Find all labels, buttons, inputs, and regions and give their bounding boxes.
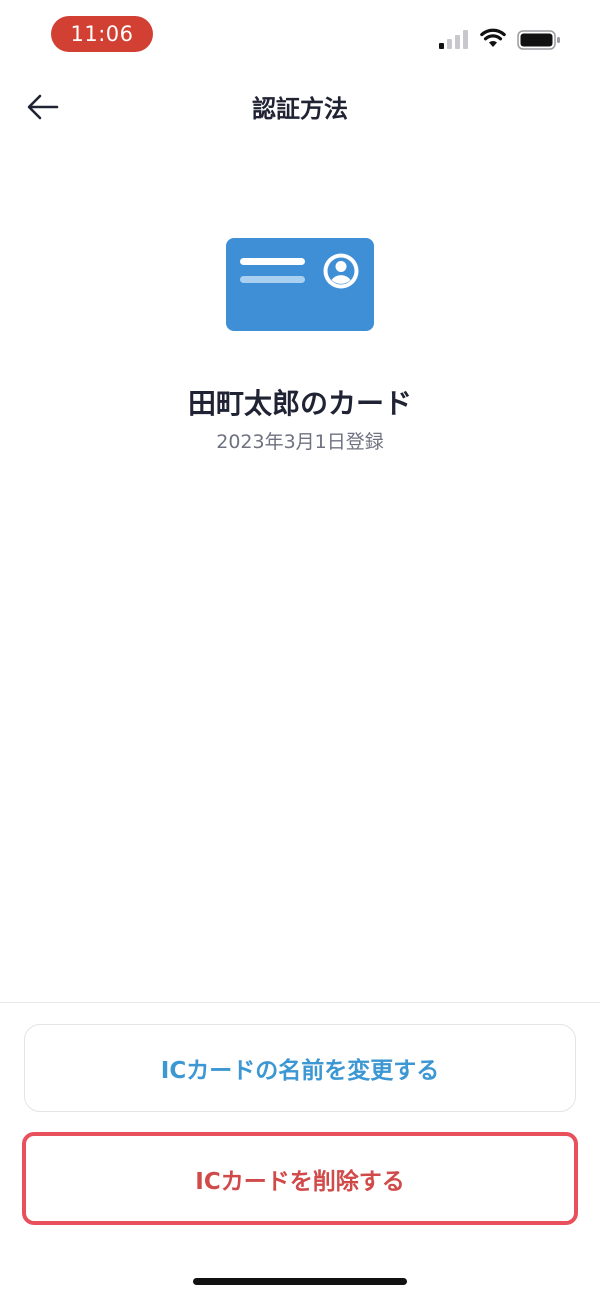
divider	[0, 1002, 600, 1003]
status-bar: 11:06	[0, 0, 600, 70]
home-indicator	[193, 1278, 407, 1285]
card-registered-date: 2023年3月1日登録	[216, 431, 384, 453]
id-card-icon	[226, 238, 374, 331]
nav-bar: 認証方法	[0, 72, 600, 142]
card-name: 田町太郎のカード	[187, 387, 412, 420]
delete-card-button[interactable]: ICカードを削除する	[22, 1132, 578, 1225]
rename-card-button[interactable]: ICカードの名前を変更する	[24, 1024, 576, 1112]
wifi-icon	[480, 28, 506, 47]
battery-icon	[517, 30, 560, 50]
page-title: 認証方法	[252, 95, 348, 123]
status-time: 11:06	[51, 16, 153, 52]
cellular-signal-icon	[439, 30, 468, 49]
